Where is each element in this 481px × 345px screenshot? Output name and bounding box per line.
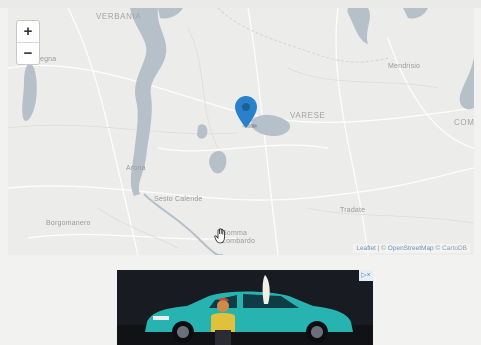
place-somma-lombardo: Somma Lombardo (222, 230, 256, 245)
map-base-layer (8, 8, 474, 255)
page-top-strip (0, 0, 481, 8)
carto-credit: © CartoDB (433, 245, 467, 252)
place-como: COMO (454, 118, 474, 127)
lake-orta (22, 63, 37, 121)
lake-como (459, 58, 474, 110)
map-container[interactable]: VERBANIA VARESE COMO Mendrisio egna Aron… (8, 8, 474, 255)
ad-image (117, 270, 373, 345)
place-vergiate: egna (40, 56, 57, 63)
ad-banner[interactable]: ▷× (117, 270, 373, 345)
place-borgomanero: Borgomanero (46, 220, 91, 227)
leaflet-link[interactable]: Leaflet (356, 245, 376, 252)
zoom-out-button[interactable]: − (17, 42, 39, 64)
lake-lugano (347, 8, 370, 44)
osm-link[interactable]: OpenStreetMap (388, 245, 434, 252)
lake-varese (251, 114, 291, 136)
place-sesto-calende: Sesto Calende (154, 196, 203, 203)
zoom-control: + − (16, 20, 40, 65)
place-verbania: VERBANIA (96, 12, 142, 21)
place-tradate: Tradate (340, 207, 366, 214)
hand-cursor-icon (214, 228, 225, 244)
map-attribution: Leaflet | © OpenStreetMap © CartoDB (353, 244, 470, 253)
attribution-separator: | © (375, 245, 388, 252)
map-marker-icon[interactable] (235, 96, 257, 128)
place-mendrisio: Mendrisio (388, 63, 421, 70)
zoom-in-button[interactable]: + (17, 21, 39, 42)
place-arona: Arona (126, 165, 146, 172)
place-varese: VARESE (290, 111, 326, 120)
adchoices-icon[interactable]: ▷× (359, 270, 373, 281)
